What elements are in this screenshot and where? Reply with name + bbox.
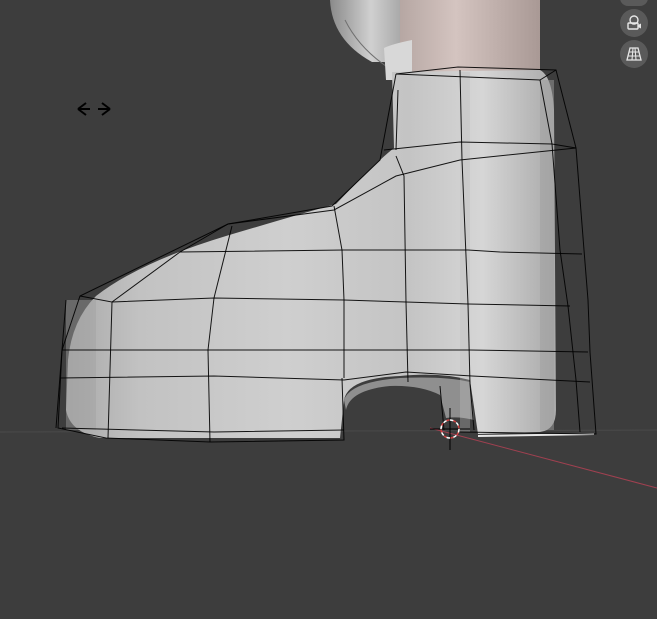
- scene-canvas[interactable]: [0, 0, 657, 619]
- navigation-gizmo: [619, 0, 649, 71]
- perspective-toggle-button[interactable]: [620, 40, 648, 68]
- horizontal-resize-cursor-icon: [77, 102, 111, 116]
- camera-view-button[interactable]: [620, 9, 648, 37]
- 3d-viewport[interactable]: [0, 0, 657, 619]
- perspective-grid-icon: [626, 47, 642, 61]
- camera-view-icon: [627, 15, 641, 30]
- x-axis-line: [429, 427, 657, 489]
- gizmo-top-button[interactable]: [620, 0, 648, 6]
- leg-mesh[interactable]: [330, 0, 540, 80]
- boot-mesh[interactable]: [66, 70, 595, 438]
